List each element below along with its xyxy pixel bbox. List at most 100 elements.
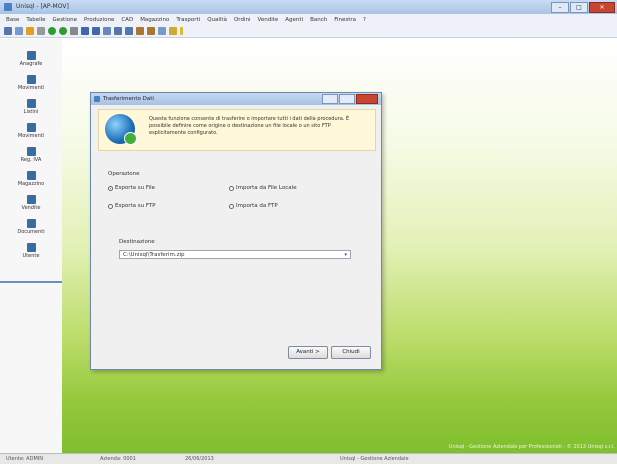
menu-cad[interactable]: CAD <box>121 17 133 23</box>
close-window-button[interactable]: ✕ <box>589 2 615 13</box>
menu-banch[interactable]: Banch <box>310 17 327 23</box>
sidebar-item-label: Movimenti <box>17 85 45 91</box>
operation-label: Operazione <box>108 171 140 177</box>
window-titlebar: Unisql - [AP-MOV] – □ ✕ <box>0 0 617 15</box>
go-forward-icon[interactable] <box>59 27 67 35</box>
radio-export-file[interactable]: Esporta su File <box>108 185 155 191</box>
dialog-close-button[interactable] <box>356 94 378 104</box>
status-db: Azienda: 0001 <box>100 456 136 462</box>
refresh-icon[interactable] <box>103 27 111 35</box>
radio-selected-icon <box>108 185 113 191</box>
sidebar-item-label: Listini <box>23 109 39 115</box>
radio-label: Esporta su FTP <box>115 203 156 209</box>
radio-icon <box>229 203 234 209</box>
close-button[interactable]: Chiudi <box>331 346 371 359</box>
sidebar-item-label: Reg. IVA <box>20 157 42 163</box>
sidebar-item-label: Movimenti <box>17 133 45 139</box>
maximize-button[interactable]: □ <box>570 2 588 13</box>
menu-ordini[interactable]: Ordini <box>234 17 251 23</box>
import-icon[interactable] <box>147 27 155 35</box>
window-title: Unisql - [AP-MOV] <box>16 3 69 10</box>
next-button[interactable]: Avanti > <box>288 346 328 359</box>
status-right: Unisql - Gestione Aziendale <box>340 456 409 462</box>
radio-label: Importa da FTP <box>236 203 278 209</box>
filter-icon[interactable] <box>114 27 122 35</box>
sidebar-item-magazzino[interactable]: Magazzino <box>0 171 62 187</box>
menu-gestione[interactable]: Gestione <box>53 17 77 23</box>
minimize-button[interactable]: – <box>551 2 569 13</box>
pin-icon[interactable] <box>180 27 183 35</box>
sidebar-item-movimenti[interactable]: Movimenti <box>0 75 62 91</box>
destination-select[interactable]: C:\Unisql\Trasferim.zip ▾ <box>119 250 351 259</box>
sidebar-item-label: Utente <box>22 253 40 259</box>
menu-trasporti[interactable]: Trasporti <box>176 17 200 23</box>
dialog-minimize-button[interactable] <box>322 94 338 104</box>
footer-text: Unisql - Gestione Aziendale per Professi… <box>448 444 615 450</box>
menu-finestra[interactable]: Finestra <box>334 17 356 23</box>
dialog-maximize-button[interactable] <box>339 94 355 104</box>
movements-icon <box>26 123 36 132</box>
sidebar-divider <box>0 281 62 283</box>
sidebar-item-documenti[interactable]: Documenti <box>0 219 62 235</box>
sidebar-item-movimenti-2[interactable]: Movimenti <box>0 123 62 139</box>
sidebar-item-label: Documenti <box>17 229 45 235</box>
register-icon <box>26 147 36 156</box>
settings-icon[interactable] <box>158 27 166 35</box>
sidebar-item-vendite[interactable]: Vendite <box>0 195 62 211</box>
grid-icon[interactable] <box>81 27 89 35</box>
menu-help[interactable]: ? <box>363 17 366 23</box>
radio-icon <box>229 185 234 191</box>
sort-icon[interactable] <box>125 27 133 35</box>
dialog-controls <box>322 94 378 104</box>
status-user: Utente: ADMIN <box>6 456 43 462</box>
add-badge-icon <box>124 132 137 145</box>
folder-icon[interactable] <box>26 27 34 35</box>
app-logo-icon <box>4 3 12 11</box>
dialog-app-icon <box>94 96 100 102</box>
window-controls: – □ ✕ <box>551 2 615 13</box>
globe-icon <box>105 114 137 145</box>
sidebar-item-label: Anagrafe <box>19 61 43 67</box>
movements-icon <box>26 75 36 84</box>
dialog-titlebar: Trasferimento Dati <box>91 93 381 105</box>
sidebar-item-reg-iva[interactable]: Reg. IVA <box>0 147 62 163</box>
radio-icon <box>108 203 113 209</box>
menu-bar: Base Tabelle Gestione Produzione CAD Mag… <box>0 14 617 25</box>
menu-qualita[interactable]: Qualità <box>207 17 227 23</box>
open-icon[interactable] <box>15 27 23 35</box>
sidebar-item-anagrafe[interactable]: Anagrafe <box>0 51 62 67</box>
table-icon[interactable] <box>92 27 100 35</box>
sidebar-item-utente[interactable]: Utente <box>0 243 62 259</box>
radio-import-ftp[interactable]: Importa da FTP <box>229 203 278 209</box>
export-icon[interactable] <box>136 27 144 35</box>
radio-export-ftp[interactable]: Esporta su FTP <box>108 203 156 209</box>
price-list-icon <box>26 99 36 108</box>
menu-base[interactable]: Base <box>6 17 19 23</box>
menu-magazzino[interactable]: Magazzino <box>140 17 169 23</box>
info-text: Questa funzione consente di trasferire o… <box>149 116 350 136</box>
radio-label: Importa da File Locale <box>236 185 297 191</box>
sidebar-item-label: Magazzino <box>17 181 45 187</box>
sidebar: Anagrafe Movimenti Listini Movimenti Reg… <box>0 39 63 453</box>
dialog-title: Trasferimento Dati <box>103 96 154 102</box>
print-icon[interactable] <box>37 27 45 35</box>
sales-icon <box>26 195 36 204</box>
user-icon[interactable] <box>169 27 177 35</box>
go-back-icon[interactable] <box>48 27 56 35</box>
menu-agenti[interactable]: Agenti <box>285 17 303 23</box>
sidebar-item-label: Vendite <box>21 205 41 211</box>
radio-import-local[interactable]: Importa da File Locale <box>229 185 297 191</box>
chevron-down-icon: ▾ <box>344 252 347 258</box>
radio-label: Esporta su File <box>115 185 156 191</box>
status-date: 26/06/2013 <box>185 456 214 462</box>
menu-produzione[interactable]: Produzione <box>84 17 114 23</box>
sidebar-item-listini[interactable]: Listini <box>0 99 62 115</box>
menu-tabelle[interactable]: Tabelle <box>26 17 45 23</box>
destination-label: Destinazione <box>119 239 155 245</box>
stop-icon[interactable] <box>70 27 78 35</box>
new-icon[interactable] <box>4 27 12 35</box>
destination-value: C:\Unisql\Trasferim.zip <box>123 252 185 258</box>
transfer-dialog: Trasferimento Dati Questa funzione conse… <box>90 92 382 370</box>
user-icon <box>26 243 36 252</box>
menu-vendite[interactable]: Vendite <box>258 17 279 23</box>
